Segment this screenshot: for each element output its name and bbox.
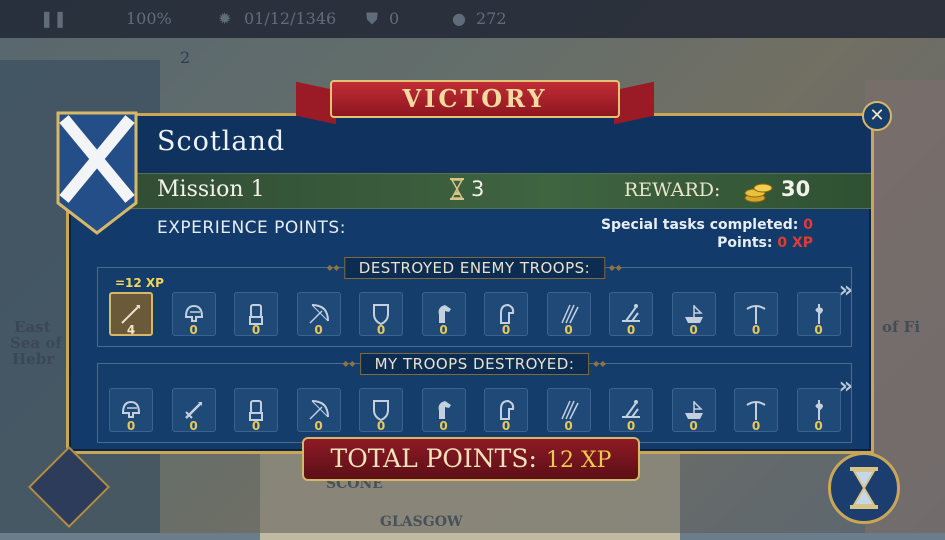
close-button[interactable]: ✕ xyxy=(862,101,892,131)
unit-slot: 0 xyxy=(609,388,653,436)
unit-slot: 0 xyxy=(546,292,591,340)
scotland-flag-icon xyxy=(56,111,138,239)
unit-slot: 0 xyxy=(296,292,341,340)
end-turn-button[interactable] xyxy=(828,452,900,524)
unit-slot: 4 =12 XP xyxy=(109,276,164,340)
unit-count: 0 xyxy=(439,419,448,433)
unit-slot: 0 xyxy=(671,292,716,340)
reward-label: REWARD: xyxy=(624,179,721,201)
special-tasks-label: Special tasks completed: xyxy=(600,217,799,233)
points-label: Points: xyxy=(717,235,773,251)
unit-count: 0 xyxy=(314,419,323,433)
unit-count: 0 xyxy=(501,419,511,433)
victory-title: VICTORY xyxy=(402,84,548,113)
unit-count: 0 xyxy=(314,323,323,337)
unit-count: 0 xyxy=(814,419,823,433)
hourglass-icon xyxy=(450,178,464,200)
unit-slot: 0 xyxy=(609,292,653,340)
unit-count: 0 xyxy=(251,419,261,433)
unit-count: 0 xyxy=(189,419,198,433)
unit-count: 0 xyxy=(501,323,511,337)
unit-count: 0 xyxy=(626,419,636,433)
unit-slot: 0 xyxy=(109,388,153,436)
reward-value: 30 xyxy=(781,177,811,201)
unit-count: 0 xyxy=(189,323,198,337)
unit-count: 0 xyxy=(564,323,573,337)
my-troops-title: MY TROOPS DESTROYED: xyxy=(343,353,606,375)
unit-slot: 0 xyxy=(484,388,528,436)
unit-slot: 0 xyxy=(234,388,278,436)
unit-slot: 0 xyxy=(671,388,716,436)
unit-count: 0 xyxy=(376,419,386,433)
unit-slot: 0 xyxy=(296,388,341,436)
mission-title: Mission 1 xyxy=(157,177,265,202)
victory-panel: Scotland Mission 1 3 REWARD: 30 EXPERIEN… xyxy=(66,113,874,454)
unit-slot: 0 xyxy=(234,292,278,340)
total-points-value: 12 XP xyxy=(546,448,612,473)
total-points-banner: TOTAL POINTS: 12 XP xyxy=(302,437,640,481)
unit-count: 0 xyxy=(689,323,698,337)
unit-count: 0 xyxy=(126,419,136,433)
unit-count: 0 xyxy=(814,323,823,337)
my-troops-section: MY TROOPS DESTROYED: 0 0 0 0 0 0 0 0 0 0 0 0 » xyxy=(97,353,853,443)
destroyed-enemy-section: DESTROYED ENEMY TROOPS: 4 =12 XP 0 0 0 0 0 0 0 0 0… xyxy=(97,257,853,347)
unit-slot: 0 xyxy=(171,292,216,340)
unit-slot: 0 xyxy=(484,292,528,340)
unit-count: 0 xyxy=(251,323,261,337)
unit-slot: 0 xyxy=(734,292,778,340)
unit-count: 0 xyxy=(626,323,636,337)
special-tasks-value: 0 xyxy=(803,217,813,233)
unit-count: 0 xyxy=(564,419,573,433)
destroyed-enemy-title: DESTROYED ENEMY TROOPS: xyxy=(327,257,623,279)
coins-icon xyxy=(744,180,774,208)
unit-slot: 0 xyxy=(734,388,778,436)
unit-slot: 0 xyxy=(796,292,841,340)
total-points-label: TOTAL POINTS: xyxy=(330,444,537,473)
special-tasks: Special tasks completed: 0 Points: 0 XP xyxy=(601,216,813,252)
unit-slot: 0 xyxy=(421,292,466,340)
unit-slot: 0 xyxy=(171,388,216,436)
enemy-unit-row: 4 =12 XP 0 0 0 0 0 0 0 0 0 0 0 xyxy=(109,276,841,340)
unit-count: 0 xyxy=(376,323,386,337)
points-value: 0 XP xyxy=(777,235,813,251)
scroll-right-icon[interactable]: » xyxy=(839,278,853,303)
victory-banner: VICTORY xyxy=(330,80,620,118)
unit-slot: 0 xyxy=(546,388,591,436)
unit-count: 0 xyxy=(751,419,761,433)
hourglass-icon xyxy=(850,467,878,509)
country-name: Scotland xyxy=(157,126,286,157)
turns-display: 3 xyxy=(449,177,484,201)
scroll-right-icon[interactable]: » xyxy=(839,374,853,399)
unit-count: 4 xyxy=(126,323,136,337)
experience-points-label: EXPERIENCE POINTS: xyxy=(157,218,346,238)
unit-xp-tag: =12 XP xyxy=(115,276,164,290)
unit-slot: 0 xyxy=(796,388,841,436)
unit-count: 0 xyxy=(751,323,761,337)
my-unit-row: 0 0 0 0 0 0 0 0 0 0 0 0 xyxy=(109,388,841,436)
unit-slot: 0 xyxy=(359,388,403,436)
unit-count: 0 xyxy=(439,323,448,337)
turns-value: 3 xyxy=(471,177,485,201)
unit-slot: 0 xyxy=(359,292,403,340)
unit-count: 0 xyxy=(689,419,698,433)
unit-slot: 0 xyxy=(421,388,466,436)
